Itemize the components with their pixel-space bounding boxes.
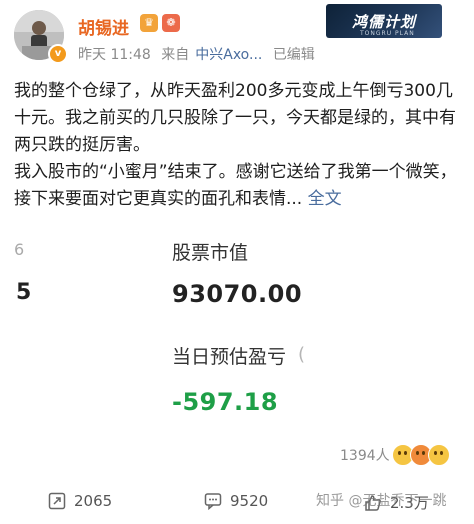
verified-badge-icon: v — [48, 44, 68, 64]
repost-icon — [48, 492, 66, 510]
market-value-label: 股票市值 — [172, 242, 249, 264]
reactions-summary[interactable]: 1394人 — [340, 444, 450, 466]
daily-pl-value: -597.18 — [172, 388, 279, 416]
post-paragraph-text: 我入股市的“小蜜月”结束了。感谢它送给了我第一个微笑，接下来要面对它更真实的面孔… — [14, 162, 457, 209]
source-device-link[interactable]: 中兴Axo... — [195, 47, 262, 63]
left-partial-value: 5 — [16, 280, 32, 305]
post-body: 我的整个仓绿了，从昨天盈利200多元变成上午倒亏300几十元。我之前买的几只股除… — [14, 78, 460, 213]
market-value: 93070.00 — [172, 280, 303, 308]
post-time: 昨天 11:48 — [78, 47, 151, 63]
daily-pl-label: 当日预估盈亏 — [172, 346, 287, 368]
post-paragraph: 我的整个仓绿了，从昨天盈利200多元变成上午倒亏300几十元。我之前买的几只股除… — [14, 81, 456, 155]
post-meta: 昨天 11:48 来自 中兴Axo... 已编辑 — [78, 44, 321, 64]
repost-button[interactable]: 2065 — [48, 492, 112, 510]
post-paragraph: 我入股市的“小蜜月”结束了。感谢它送给了我第一个微笑，接下来要面对它更真实的面孔… — [14, 159, 460, 213]
brand-tag-title: 鸿儒计划 — [351, 12, 416, 31]
weibo-post: v 胡锡进 ♛ ❁ 昨天 11:48 来自 中兴Axo... 已编辑 鸿儒计划 T… — [0, 0, 474, 524]
embedded-image[interactable]: 6 5 股票市值 93070.00 当日预估盈亏 ( -597.18 — [0, 228, 474, 478]
left-partial-digit: 6 — [14, 240, 25, 259]
comment-icon — [204, 493, 222, 510]
comment-count: 9520 — [230, 492, 269, 510]
reaction-count: 1394人 — [340, 448, 390, 464]
info-icon: ( — [298, 344, 306, 365]
author-badges: ♛ ❁ — [140, 14, 180, 32]
repost-count: 2065 — [74, 492, 113, 510]
grinning-emoji-icon — [427, 444, 450, 466]
edited-label: 已编辑 — [272, 47, 315, 63]
author-name[interactable]: 胡锡进 — [78, 14, 129, 39]
watermark: 知乎 @无盐乔下一跳 — [316, 493, 447, 509]
source-prefix: 来自 — [161, 47, 190, 63]
comment-button[interactable]: 9520 — [204, 492, 268, 510]
brand-tag-subtitle: TONGRU PLAN — [360, 30, 415, 37]
full-text-link[interactable]: 全文 — [308, 189, 342, 209]
shrimp-badge-icon: ❁ — [162, 14, 180, 32]
crown-badge-icon: ♛ — [140, 14, 158, 32]
